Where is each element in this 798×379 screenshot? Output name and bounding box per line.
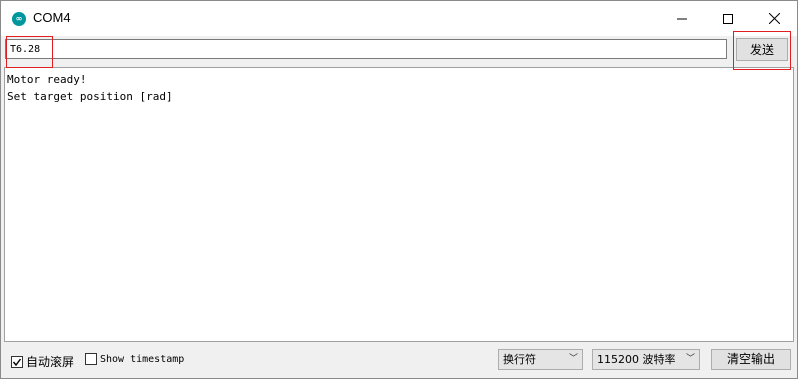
line-ending-select[interactable]: 换行符 ﹀ (498, 349, 583, 370)
close-icon (768, 13, 780, 24)
maximize-button[interactable] (705, 1, 751, 36)
serial-output[interactable]: Motor ready! Set target position [rad] (4, 67, 794, 342)
chevron-down-icon: ﹀ (685, 354, 695, 364)
baud-rate-value: 115200 波特率 (597, 353, 676, 366)
maximize-icon (723, 13, 733, 24)
autoscroll-option[interactable]: 自动滚屏 (11, 353, 74, 370)
close-button[interactable] (751, 1, 797, 36)
output-line: Set target position [rad] (7, 90, 173, 103)
status-bar: 自动滚屏 Show timestamp 换行符 ﹀ 115200 波特率 ﹀ 清… (1, 343, 797, 377)
timestamp-checkbox[interactable] (85, 353, 97, 365)
timestamp-label: Show timestamp (100, 353, 185, 365)
minimize-button[interactable] (659, 1, 705, 36)
send-row: T6.28 发送 (1, 36, 797, 66)
minimize-icon (677, 18, 687, 19)
serial-monitor-window: ∞ COM4 T6.28 发送 Motor ready! Set target … (0, 0, 798, 379)
line-ending-value: 换行符 (503, 353, 536, 366)
timestamp-option[interactable]: Show timestamp (85, 353, 184, 365)
baud-rate-select[interactable]: 115200 波特率 ﹀ (592, 349, 700, 370)
chevron-down-icon: ﹀ (568, 354, 578, 364)
autoscroll-label: 自动滚屏 (26, 355, 75, 369)
output-line: Motor ready! (7, 73, 87, 86)
send-input[interactable]: T6.28 (5, 39, 727, 59)
window-title: COM4 (33, 10, 71, 25)
checkmark-icon (12, 358, 22, 366)
send-button[interactable]: 发送 (736, 38, 788, 61)
title-bar: ∞ COM4 (1, 1, 797, 36)
arduino-icon: ∞ (12, 12, 26, 26)
autoscroll-checkbox[interactable] (11, 355, 23, 368)
clear-output-button[interactable]: 清空输出 (711, 349, 791, 370)
